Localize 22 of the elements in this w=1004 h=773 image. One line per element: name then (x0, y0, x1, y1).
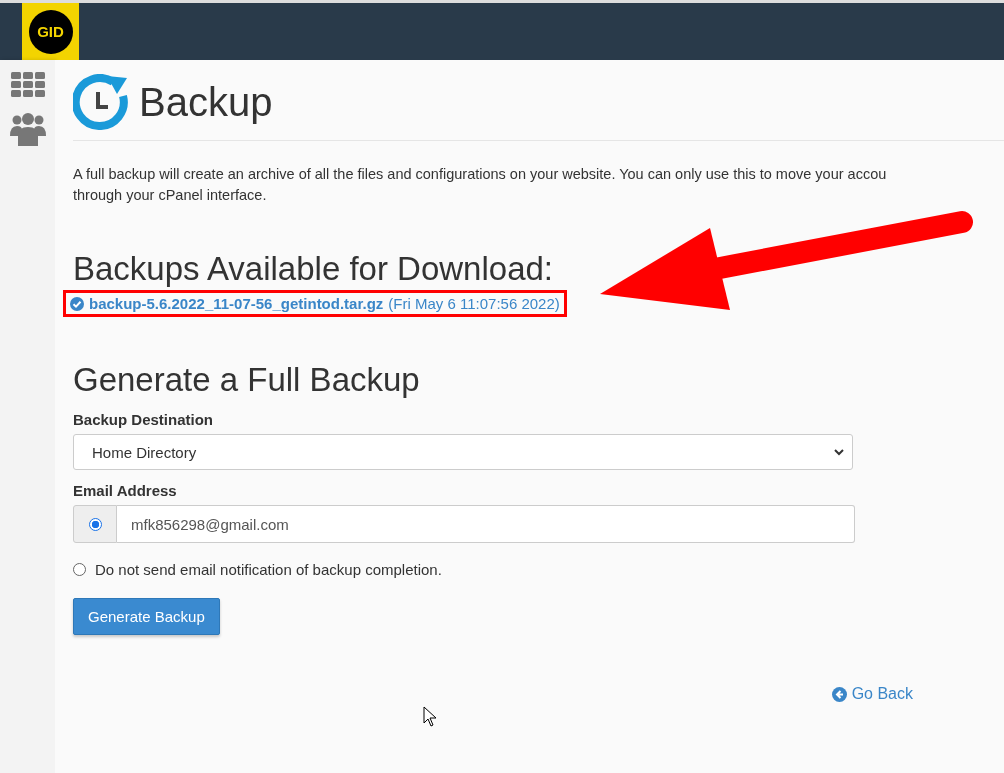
backup-date: (Fri May 6 11:07:56 2022) (388, 295, 560, 312)
check-circle-icon (70, 296, 84, 311)
mouse-cursor-icon (423, 706, 437, 728)
email-field[interactable]: mfk856298@gmail.com (117, 505, 855, 543)
go-back-link[interactable]: Go Back (831, 685, 913, 703)
radio-button[interactable] (73, 563, 86, 576)
backup-file-link[interactable]: backup-5.6.2022_11-07-56_getintod.tar.gz (89, 295, 384, 312)
section-heading: Generate a Full Backup (73, 361, 421, 399)
destination-select[interactable]: Home Directory (73, 434, 853, 470)
intro-text: A full backup will create an archive of all the files and configurations on your website. You can only use this to move your accou through your cPanel interface. (73, 165, 888, 205)
radio-button[interactable] (88, 517, 102, 531)
users-icon[interactable] (9, 112, 46, 146)
page-title: Backup (139, 79, 273, 125)
logo[interactable]: GID (22, 3, 79, 60)
grid-icon[interactable] (10, 72, 45, 98)
chevron-down-icon (834, 448, 844, 456)
field-label: Email Address (73, 482, 178, 499)
generate-backup-button[interactable]: Generate Backup (73, 598, 220, 635)
radio-label: Do not send email notification of backup completion. (95, 561, 442, 578)
section-heading: Backups Available for Download: (73, 250, 554, 288)
backup-clock-icon (73, 74, 129, 130)
field-label: Backup Destination (73, 411, 215, 428)
